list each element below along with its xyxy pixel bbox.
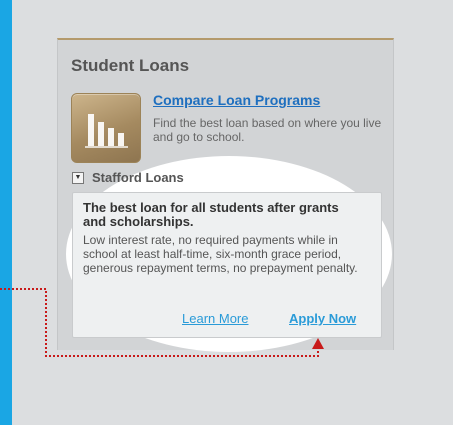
callout-dotted-line (0, 288, 319, 357)
callout-arrow (0, 288, 324, 357)
callout-arrowhead-icon (312, 338, 324, 349)
